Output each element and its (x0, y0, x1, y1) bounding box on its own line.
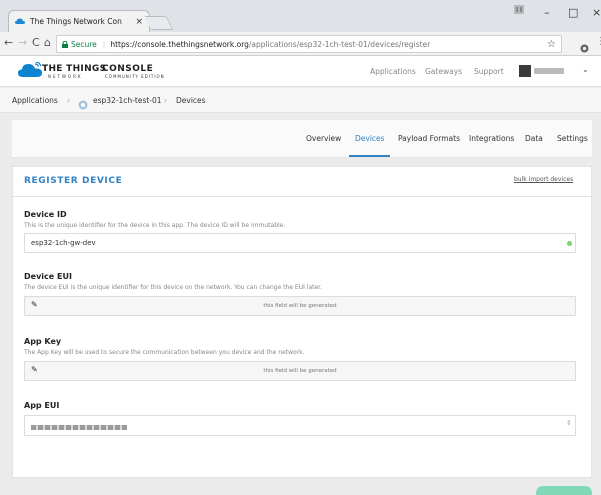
url-divider: | (102, 39, 106, 49)
address-bar[interactable]: Secure | https://console.thethingsnetwor… (56, 35, 562, 53)
tab-payload-formats[interactable]: Payload Formats (398, 134, 460, 143)
register-button[interactable] (536, 486, 592, 495)
tab-close-icon[interactable]: × (135, 17, 143, 27)
application-icon (78, 95, 88, 114)
window-close-button[interactable]: × (592, 6, 601, 19)
forward-button[interactable]: → (18, 36, 27, 49)
tab-overview[interactable]: Overview (306, 134, 341, 143)
chevron-down-icon[interactable]: ⌄ (582, 65, 589, 74)
device-id-value: esp32-1ch-gw-dev (31, 239, 96, 247)
bulk-import-link[interactable]: bulk import devices (514, 176, 573, 183)
user-profile-icon[interactable] (514, 4, 524, 17)
url-path: /applications/esp32-1ch-test-01/devices/… (248, 39, 431, 49)
lock-icon (62, 40, 68, 48)
breadcrumb-devices[interactable]: Devices (176, 96, 206, 105)
breadcrumb-separator: › (67, 96, 70, 105)
avatar[interactable] (519, 65, 531, 77)
app-key-description: The App Key will be used to secure the c… (24, 349, 305, 356)
app-key-generated-placeholder: this field will be generated (263, 368, 337, 374)
ttn-cloud-logo-icon[interactable] (18, 61, 42, 82)
device-id-description: This is the unique identifier for the de… (24, 222, 286, 229)
device-eui-label: Device EUI (24, 272, 72, 281)
select-arrows-icon[interactable]: ⇕ (566, 419, 572, 427)
nav-support[interactable]: Support (474, 67, 504, 76)
breadcrumb (0, 88, 601, 113)
page-title: REGISTER DEVICE (24, 176, 123, 186)
tab-devices[interactable]: Devices (355, 134, 385, 143)
username-blurred[interactable] (534, 68, 564, 74)
ttn-favicon-icon (15, 18, 25, 24)
url-host: https://console.thethingsnetwork.org (110, 39, 249, 49)
back-button[interactable]: ← (4, 36, 13, 49)
menu-icon[interactable]: ⋮ (596, 36, 601, 47)
device-id-label: Device ID (24, 210, 67, 219)
secure-label: Secure (71, 39, 97, 49)
bookmark-star-icon[interactable]: ☆ (547, 39, 556, 50)
app-eui-value-blurred (31, 425, 127, 430)
tab-settings[interactable]: Settings (557, 134, 588, 143)
app-key-label: App Key (24, 337, 62, 346)
maximize-button[interactable]: □ (568, 6, 578, 19)
app-eui-label: App EUI (24, 401, 60, 410)
edition-label: COMMUNITY EDITION (105, 74, 165, 79)
breadcrumb-applications[interactable]: Applications (12, 96, 58, 105)
valid-status-icon (567, 241, 572, 246)
divider (12, 196, 592, 197)
console-title: CONSOLE (102, 64, 154, 74)
device-eui-generated-placeholder: this field will be generated (263, 303, 337, 309)
browser-tab[interactable]: The Things Network Con × (8, 10, 150, 32)
tab-title: The Things Network Con (30, 17, 122, 26)
nav-applications[interactable]: Applications (370, 67, 416, 76)
active-tab-indicator (349, 155, 390, 157)
device-id-input[interactable] (24, 233, 576, 253)
home-button[interactable]: ⌂ (44, 36, 51, 49)
device-eui-description: The device EUI is the unique identifier … (24, 284, 323, 291)
brand-name: THE THINGS (42, 64, 107, 74)
minimize-button[interactable]: – (544, 6, 550, 19)
brand-network: NETWORK (48, 74, 83, 79)
nav-gateways[interactable]: Gateways (425, 67, 462, 76)
extension-icon[interactable] (580, 38, 589, 57)
breadcrumb-separator: › (164, 96, 167, 105)
breadcrumb-app[interactable]: esp32-1ch-test-01 (93, 96, 162, 105)
tab-data[interactable]: Data (525, 134, 543, 143)
tab-integrations[interactable]: Integrations (469, 134, 514, 143)
reload-button[interactable]: C (32, 36, 40, 49)
